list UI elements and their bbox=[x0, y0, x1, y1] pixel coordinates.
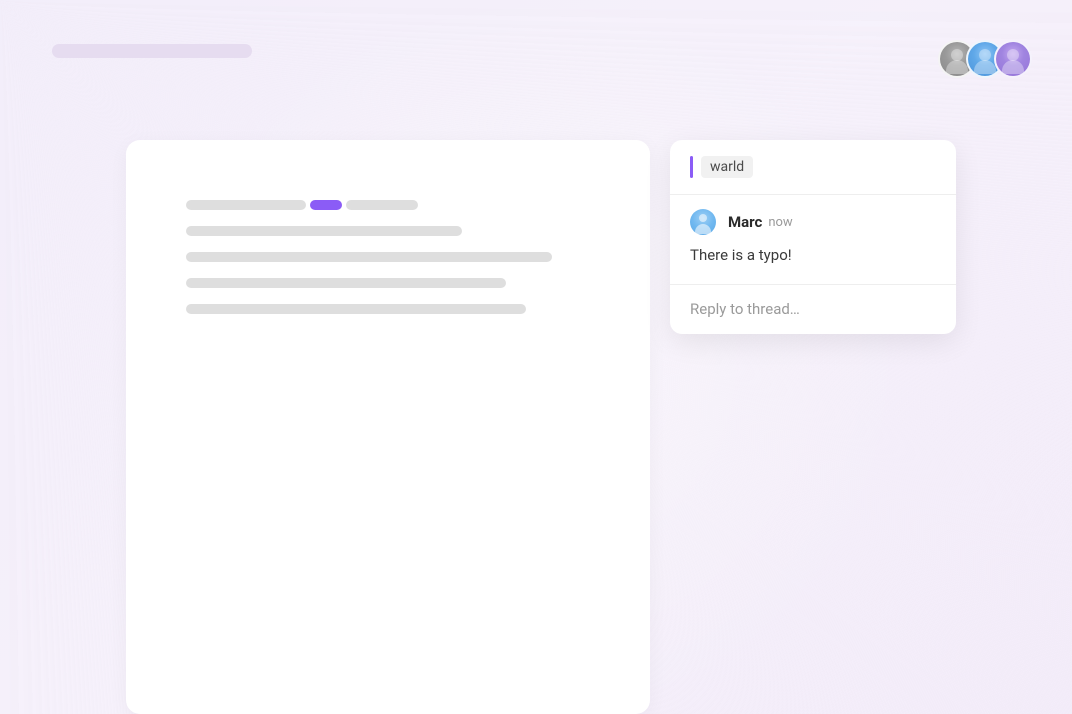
quoted-text: warld bbox=[701, 156, 753, 178]
comment-body: Marc now There is a typo! bbox=[670, 195, 956, 285]
comment-text: There is a typo! bbox=[690, 245, 936, 266]
comment-author-avatar[interactable] bbox=[690, 209, 716, 235]
comment-quote-header: warld bbox=[670, 140, 956, 195]
reply-placeholder-text: Reply to thread… bbox=[690, 300, 800, 318]
doc-text-line bbox=[186, 252, 552, 262]
doc-highlighted-segment[interactable] bbox=[310, 200, 342, 210]
avatar-user-3[interactable] bbox=[994, 40, 1032, 78]
doc-text-segment bbox=[186, 200, 306, 210]
document-content-placeholder bbox=[186, 200, 590, 314]
doc-text-line bbox=[186, 226, 462, 236]
presence-avatars bbox=[938, 40, 1032, 78]
comment-thread: warld Marc now There is a typo! Reply to… bbox=[670, 140, 956, 334]
quote-indicator-bar bbox=[690, 156, 693, 178]
document-editor[interactable] bbox=[126, 140, 650, 714]
doc-text-segment bbox=[346, 200, 418, 210]
doc-text-line bbox=[186, 304, 526, 314]
document-title-placeholder bbox=[52, 44, 252, 58]
reply-input[interactable]: Reply to thread… bbox=[670, 285, 956, 334]
comment-author-name: Marc bbox=[728, 213, 762, 231]
comment-timestamp: now bbox=[768, 215, 792, 230]
doc-text-line bbox=[186, 278, 506, 288]
